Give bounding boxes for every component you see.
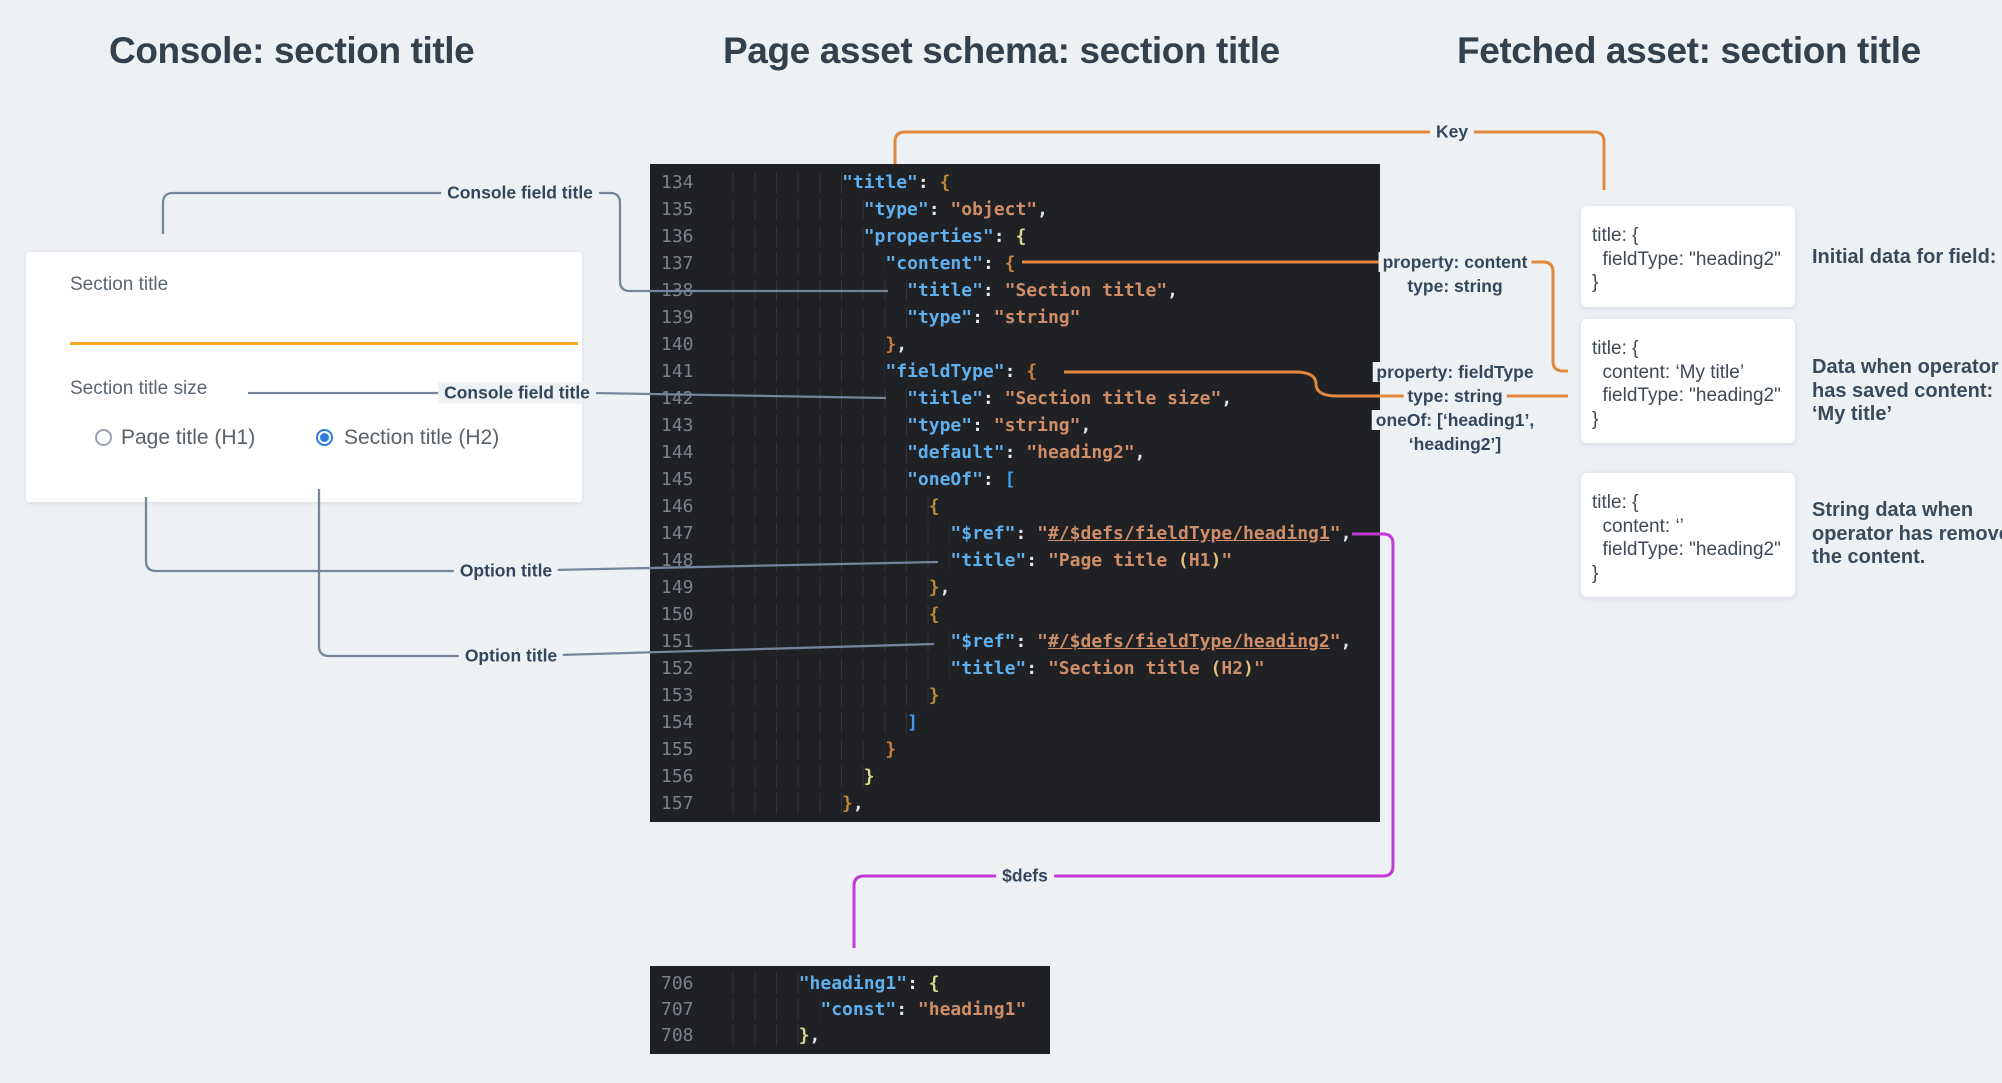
radio-2-selected[interactable] [316, 429, 333, 446]
code-line-706: 706"heading1": { [650, 970, 1050, 996]
code-line-139: 139"type": "string" [650, 304, 1380, 331]
line-number: 138 [650, 280, 712, 301]
label-console-field-title-2: Console field title [438, 383, 596, 404]
line-number: 707 [650, 999, 712, 1020]
line-number: 157 [650, 793, 712, 814]
code-line-137: 137"content": { [650, 250, 1380, 277]
schema-ref-link[interactable]: #/$defs/fieldType/heading2 [1048, 631, 1330, 652]
line-number: 143 [650, 415, 712, 436]
code-line-150: 150{ [650, 601, 1380, 628]
heading-fetched: Fetched asset: section title [1457, 30, 1921, 72]
defs-code-block: 706"heading1": {707"const": "heading1"70… [650, 966, 1050, 1054]
line-number: 144 [650, 442, 712, 463]
line-number: 148 [650, 550, 712, 571]
line-number: 145 [650, 469, 712, 490]
annotation-content-property: property: contenttype: string [1379, 250, 1532, 298]
heading-console: Console: section title [109, 30, 474, 72]
line-number: 706 [650, 973, 712, 994]
schema-ref-link[interactable]: #/$defs/fieldType/heading1 [1048, 523, 1330, 544]
label-defs: $defs [996, 866, 1054, 887]
line-number: 155 [650, 739, 712, 760]
line-number: 137 [650, 253, 712, 274]
code-line-144: 144"default": "heading2", [650, 439, 1380, 466]
code-line-135: 135"type": "object", [650, 196, 1380, 223]
fetched-card-saved: title: { content: ‘My title’ fieldType: … [1581, 319, 1795, 443]
desc-saved-data: Data when operatorhas saved content:‘My … [1812, 356, 1999, 427]
code-line-151: 151"$ref": "#/$defs/fieldType/heading2", [650, 628, 1380, 655]
fetched-card-initial: title: { fieldType: "heading2"} [1581, 206, 1795, 307]
line-number: 149 [650, 577, 712, 598]
code-line-152: 152"title": "Section title (H2)" [650, 655, 1380, 682]
code-line-145: 145"oneOf": [ [650, 466, 1380, 493]
line-number: 154 [650, 712, 712, 733]
code-line-155: 155} [650, 736, 1380, 763]
code-line-157: 157}, [650, 790, 1380, 817]
wire-option2-to-radio [319, 489, 468, 656]
code-line-153: 153} [650, 682, 1380, 709]
schema-code-block: 134"title": {135"type": "object",136"pro… [650, 164, 1380, 822]
radio-1[interactable] [95, 429, 112, 446]
code-line-708: 708}, [650, 1022, 1050, 1048]
line-number: 135 [650, 199, 712, 220]
code-line-149: 149}, [650, 574, 1380, 601]
line-number: 156 [650, 766, 712, 787]
code-line-147: 147"$ref": "#/$defs/fieldType/heading1", [650, 520, 1380, 547]
code-line-134: 134"title": { [650, 169, 1380, 196]
code-line-140: 140}, [650, 331, 1380, 358]
line-number: 141 [650, 361, 712, 382]
label-option-title-2: Option title [459, 646, 563, 667]
console-form-card: Section title Section title size Page ti… [26, 252, 582, 502]
annotation-fieldtype-property: property: fieldTypetype: stringoneOf: [‘… [1372, 360, 1538, 456]
code-line-154: 154] [650, 709, 1380, 736]
code-line-142: 142"title": "Section title size", [650, 385, 1380, 412]
code-line-136: 136"properties": { [650, 223, 1380, 250]
heading-schema: Page asset schema: section title [723, 30, 1280, 72]
code-line-146: 146{ [650, 493, 1380, 520]
line-number: 147 [650, 523, 712, 544]
code-line-141: 141"fieldType": { [650, 358, 1380, 385]
wire-field1-to-console [163, 193, 452, 234]
line-number: 150 [650, 604, 712, 625]
line-number: 708 [650, 1025, 712, 1046]
desc-initial-data: Initial data for field: title [1812, 246, 2002, 270]
line-number: 140 [650, 334, 712, 355]
code-line-156: 156} [650, 763, 1380, 790]
diagram-canvas: Console: section title Page asset schema… [0, 0, 2002, 1083]
line-number: 134 [650, 172, 712, 193]
title-size-radio-group: Page title (H1) Section title (H2) [26, 252, 582, 502]
line-number: 139 [650, 307, 712, 328]
wire-option1-to-radio [146, 497, 462, 571]
code-line-143: 143"type": "string", [650, 412, 1380, 439]
label-key: Key [1430, 122, 1474, 143]
fetched-card-removed: title: { content: ‘’ fieldType: "heading… [1581, 473, 1795, 597]
line-number: 151 [650, 631, 712, 652]
code-line-707: 707"const": "heading1" [650, 996, 1050, 1022]
line-number: 153 [650, 685, 712, 706]
code-line-138: 138"title": "Section title", [650, 277, 1380, 304]
line-number: 142 [650, 388, 712, 409]
desc-removed-data: String data whenoperator has removedthe … [1812, 499, 2002, 570]
label-option-title-1: Option title [454, 561, 558, 582]
line-number: 146 [650, 496, 712, 517]
radio-label-2[interactable]: Section title (H2) [344, 426, 499, 450]
line-number: 136 [650, 226, 712, 247]
code-line-148: 148"title": "Page title (H1)" [650, 547, 1380, 574]
line-number: 152 [650, 658, 712, 679]
label-console-field-title-1: Console field title [441, 183, 599, 204]
radio-label-1[interactable]: Page title (H1) [121, 426, 255, 450]
